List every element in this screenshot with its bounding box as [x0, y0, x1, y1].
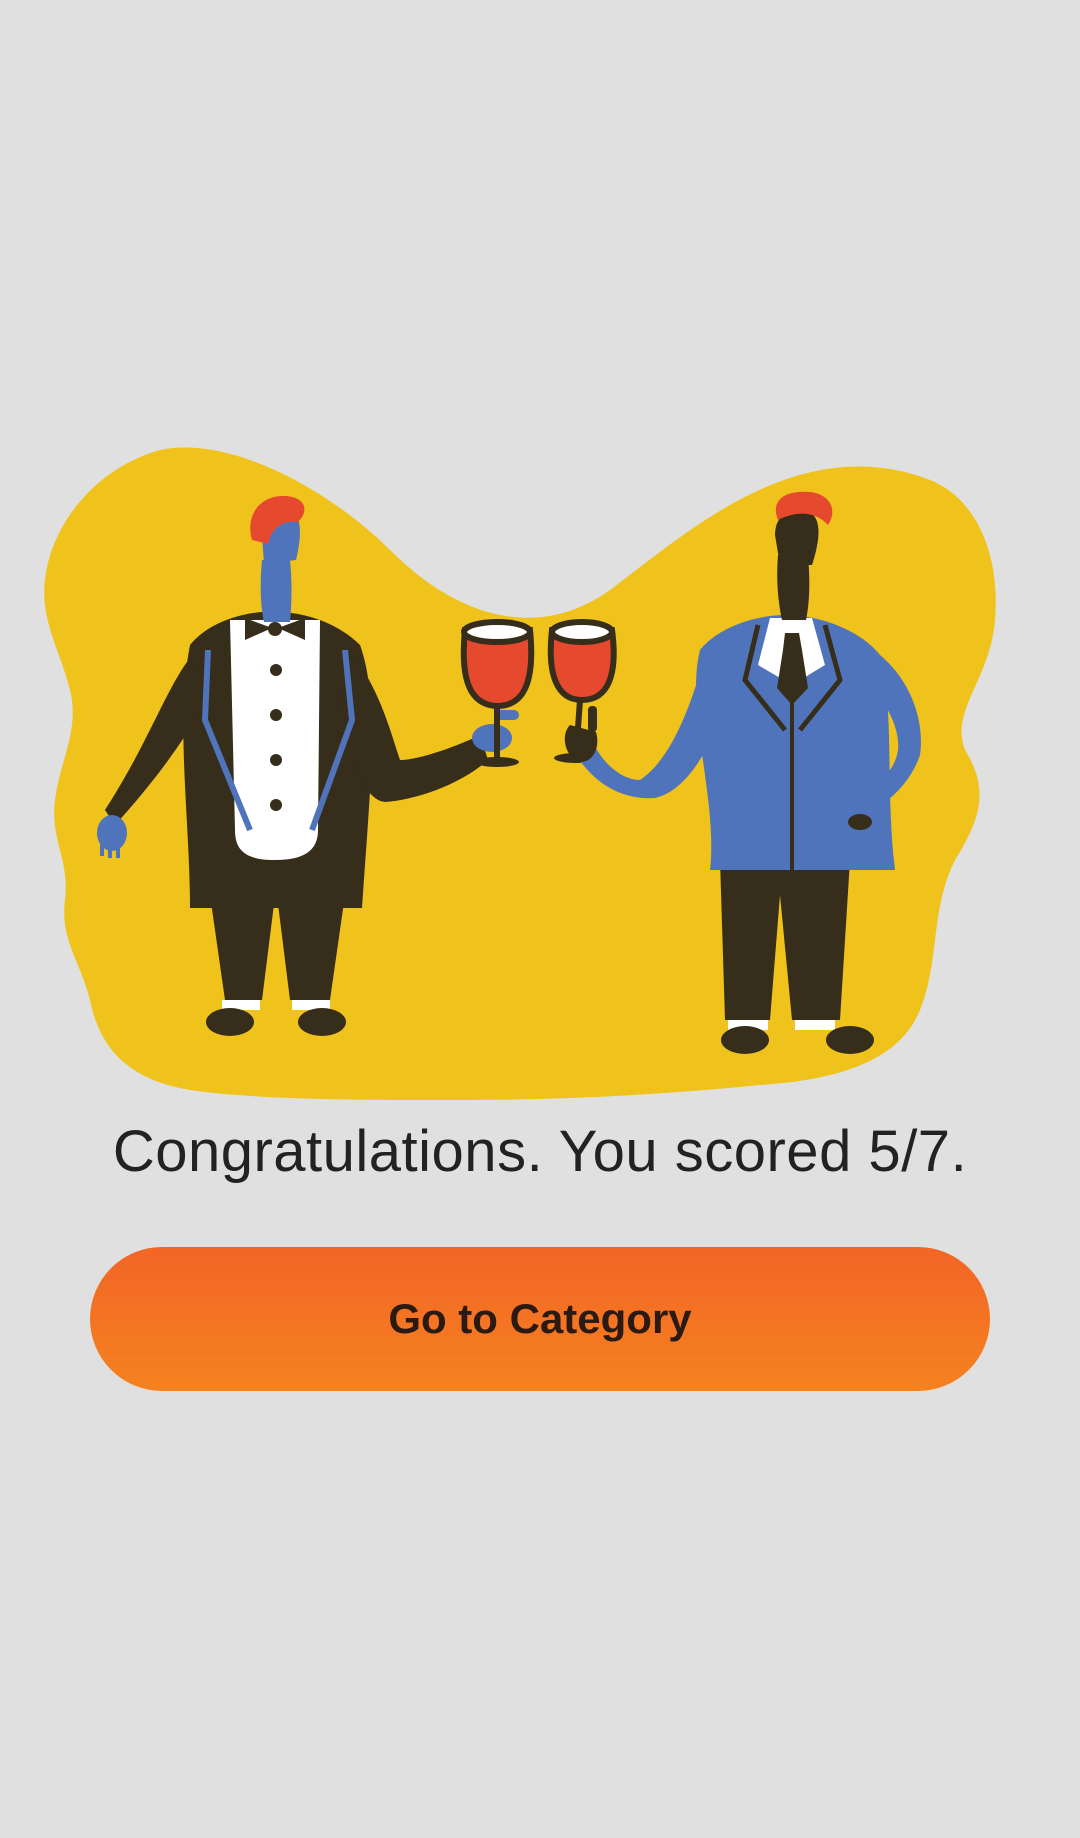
score-message: Congratulations. You scored 5/7.	[112, 1119, 968, 1184]
go-to-category-button[interactable]: Go to Category	[90, 1247, 990, 1391]
celebration-illustration	[40, 440, 1040, 1105]
